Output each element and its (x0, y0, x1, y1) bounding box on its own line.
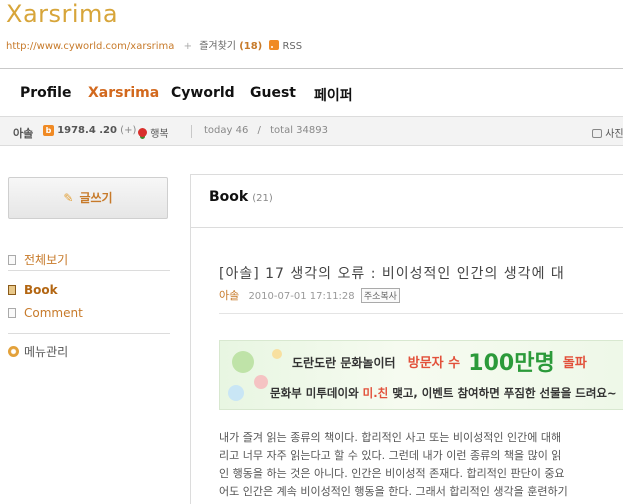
copy-address-button[interactable]: 주소복사 (360, 288, 400, 303)
rss-link[interactable]: RSS (282, 41, 302, 52)
document-icon (8, 255, 16, 265)
post-meta-divider (219, 313, 623, 314)
sidebar-item-label: 전체보기 (24, 253, 69, 267)
sidebar-divider (8, 333, 170, 334)
total-label: total (270, 125, 293, 136)
post-body-line: 인 행동을 하는 것은 아니다. 인간은 비이성적 존재다. 합리적인 판단이 … (219, 467, 565, 480)
today-value: 46 (235, 125, 249, 136)
menu-manage-label: 메뉴관리 (24, 345, 69, 359)
sidebar-item-book[interactable]: Book (8, 283, 58, 297)
banner-visitors: 방문자 수 (407, 356, 461, 371)
nav-profile[interactable]: Profile (20, 85, 71, 101)
content-panel: Book (21) [아솔] 17 생각의 오류 : 비이성적인 인간의 생각에 … (190, 174, 623, 504)
sidebar-item-all[interactable]: 전체보기 (8, 251, 68, 268)
ad-banner[interactable]: 도란도란 문화놀이터 방문자 수 100만명 돌파 문화부 미투데이와 미.친 … (219, 340, 623, 410)
banner-line2-suffix: 맺고, 이벤트 참여하면 푸짐한 선물을 드려요~ (388, 386, 617, 400)
post-body: 내가 즐겨 읽는 종류의 책이다. 합리적인 사고 또는 비이성적인 인간에 대… (219, 429, 623, 501)
sidebar-menu-manage[interactable]: 메뉴관리 (8, 343, 68, 360)
birth-date: 1978.4 .20 (57, 125, 117, 136)
photo-icon (592, 129, 602, 138)
book-icon (8, 285, 16, 295)
sidebar-item-comment[interactable]: Comment (8, 306, 83, 320)
total-value: 34893 (296, 125, 328, 136)
infobar-divider (191, 125, 192, 138)
post-body-line: 내가 즐겨 읽는 종류의 책이다. 합리적인 사고 또는 비이성적인 인간에 대… (219, 431, 562, 444)
banner-headline: 도란도란 문화놀이터 방문자 수 100만명 돌파 (292, 345, 587, 377)
category-count: (21) (252, 193, 273, 204)
sidebar-item-label: Comment (24, 306, 83, 320)
gear-icon (8, 346, 19, 357)
nav-cyworld[interactable]: Cyworld (171, 85, 235, 101)
birthday: b 1978.4 .20 (+) (43, 125, 136, 136)
birthday-badge-icon: b (43, 125, 54, 136)
post-meta: 아솔 2010-07-01 17:11:28 주소복사 (219, 287, 400, 303)
document-icon (8, 308, 16, 318)
decor-circle (254, 375, 268, 389)
profile-infobar: 아솔 b 1978.4 .20 (+) 행복 today 46 / total … (0, 116, 623, 146)
post-datetime: 2010-07-01 17:11:28 (248, 291, 355, 302)
mood: 행복 (138, 125, 169, 140)
plus-icon: + (183, 41, 192, 52)
post-body-line: 리고 너무 자주 읽는다고 할 수 있다. 그런데 내가 이런 종류의 책을 많… (219, 449, 562, 462)
url-row: http://www.cyworld.com/xarsrima + 즐겨찾기 (… (6, 37, 302, 52)
favorite-count: (18) (239, 41, 263, 52)
write-label: 글쓰기 (79, 191, 113, 205)
decor-circle (232, 351, 254, 373)
banner-highlight: 미.친 (362, 386, 389, 400)
site-header: Xarsrima http://www.cyworld.com/xarsrima… (0, 0, 623, 68)
sidebar-item-label: Book (24, 283, 58, 297)
banner-line2-prefix: 문화부 미투데이와 (270, 386, 363, 400)
counter-separator: / (257, 125, 261, 136)
visit-counter: today 46 / total 34893 (204, 125, 328, 136)
today-label: today (204, 125, 233, 136)
banner-subline: 문화부 미투데이와 미.친 맺고, 이벤트 참여하면 푸짐한 선물을 드려요~ (270, 385, 617, 401)
favorite-link[interactable]: 즐겨찾기 (199, 41, 236, 52)
banner-prefix: 도란도란 문화놀이터 (292, 356, 396, 370)
pencil-icon: ✎ (63, 191, 74, 205)
mood-label: 행복 (150, 129, 169, 140)
flower-icon (138, 128, 147, 137)
category-name: Book (209, 189, 249, 205)
photo-label[interactable]: 사진 (605, 129, 623, 140)
main-nav: Profile Xarsrima Cyworld Guest 페이퍼 (0, 69, 623, 116)
content-divider (191, 227, 623, 228)
write-button[interactable]: ✎ 글쓰기 (8, 177, 168, 219)
nav-xarsrima[interactable]: Xarsrima (88, 85, 159, 101)
nav-guest[interactable]: Guest (250, 85, 296, 101)
owner-name[interactable]: 아솔 (13, 125, 33, 141)
sidebar: ✎ 글쓰기 전체보기 Book Comment 메뉴관리 (0, 146, 190, 504)
post-title[interactable]: [아솔] 17 생각의 오류 : 비이성적인 인간의 생각에 대 (219, 263, 565, 283)
nav-paper[interactable]: 페이퍼 (314, 85, 353, 105)
banner-big-number: 100만명 (468, 351, 555, 376)
birth-plus: (+) (120, 125, 137, 136)
decor-circle (228, 385, 244, 401)
banner-tail: 돌파 (562, 356, 587, 371)
post-author[interactable]: 아솔 (219, 289, 239, 302)
sidebar-divider (8, 270, 170, 271)
category-title: Book (21) (209, 189, 273, 205)
site-url-link[interactable]: http://www.cyworld.com/xarsrima (6, 41, 174, 52)
decor-circle (272, 349, 282, 359)
post-body-line: 어도 인간은 계속 비이성적인 행동을 한다. 그래서 합리적인 생각을 훈련하… (219, 485, 568, 498)
rss-icon[interactable] (269, 40, 280, 50)
photo-link[interactable]: 사진 (592, 125, 623, 140)
site-title[interactable]: Xarsrima (6, 0, 118, 28)
